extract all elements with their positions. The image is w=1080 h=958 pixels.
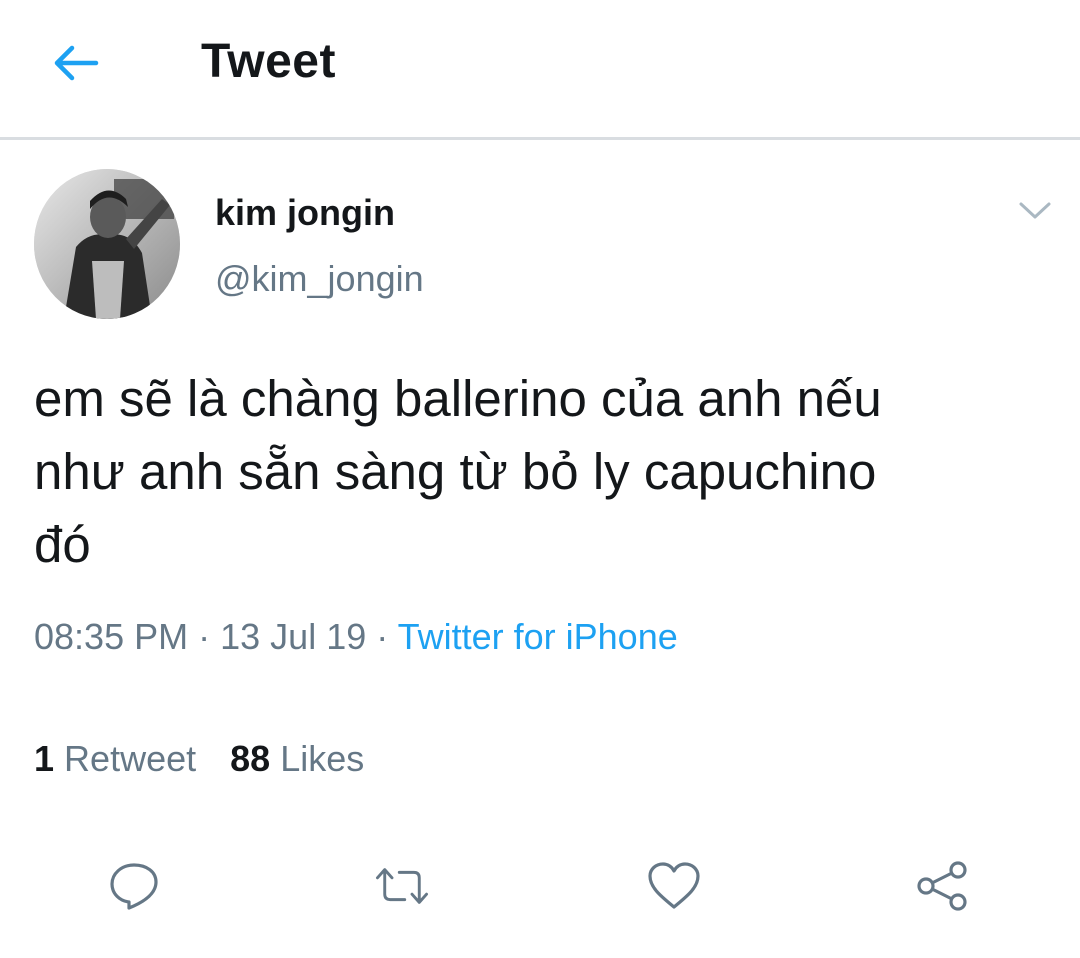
tweet-text: em sẽ là chàng ballerino của anh nếu như… [34,370,882,573]
retweets-count: 1 [34,738,55,779]
tweet-time: 08:35 PM [34,616,189,657]
heart-icon [648,862,700,909]
reply-icon [110,863,158,910]
retweets-stat[interactable]: 1 Retweet [34,738,196,779]
author-display-name[interactable]: kim jongin [215,192,395,234]
arrow-left-icon [54,45,99,81]
retweets-label: Retweet [64,738,197,779]
tweet-stats: 1 Retweet 88 Likes [34,738,364,780]
author-handle[interactable]: @kim_jongin [215,258,424,300]
chevron-down-icon [1019,202,1051,219]
tweet-source-link[interactable]: Twitter for iPhone [398,616,678,657]
tweet-actions [0,850,1080,920]
likes-stat[interactable]: 88 Likes [230,738,364,779]
meta-separator: · [198,616,211,657]
avatar-photo [34,169,180,319]
likes-count: 88 [230,738,271,779]
tweet-date: 13 Jul 19 [220,616,367,657]
likes-label: Likes [280,738,365,779]
page-title: Tweet [201,35,336,88]
top-bar: Tweet [0,0,1080,138]
meta-separator: · [376,616,389,657]
reply-button[interactable] [104,856,164,916]
like-button[interactable] [644,856,704,916]
tweet-meta: 08:35 PM · 13 Jul 19 · Twitter for iPhon… [34,616,678,658]
header-divider [0,137,1080,140]
retweet-button[interactable] [372,856,432,916]
avatar[interactable] [34,169,180,319]
more-options-button[interactable] [1012,194,1058,228]
share-icon [917,861,967,911]
share-button[interactable] [912,856,972,916]
back-button[interactable] [48,38,104,88]
retweet-icon [376,868,428,904]
